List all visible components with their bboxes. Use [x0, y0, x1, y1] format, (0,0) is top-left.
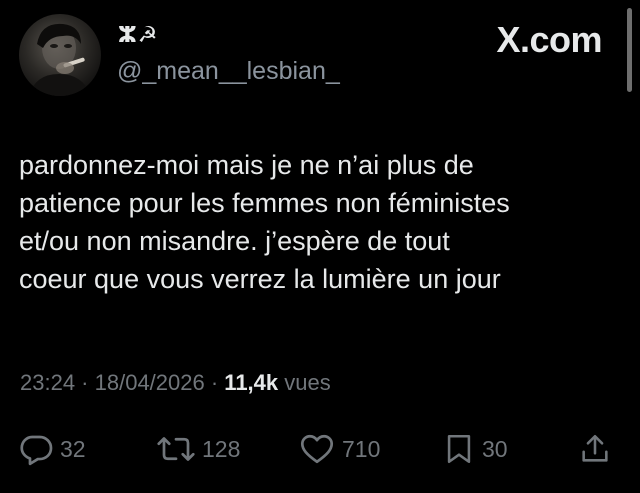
tweet-date[interactable]: 18/04/2026 — [95, 370, 205, 395]
meta-separator: · — [75, 370, 95, 395]
like-count: 710 — [342, 435, 381, 462]
retweet-count: 128 — [202, 435, 241, 462]
tweet-card: ⵣ☭ @_mean__lesbian_ X.com pardonnez-moi … — [0, 0, 640, 493]
views-label: vues — [278, 370, 331, 395]
avatar[interactable] — [19, 14, 101, 96]
views-count[interactable]: 11,4k — [224, 370, 278, 395]
bookmark-icon — [447, 434, 471, 464]
avatar-photo — [29, 23, 91, 96]
like-button[interactable]: 710 — [298, 426, 380, 472]
retweet-icon — [157, 437, 195, 461]
tweet-meta: 23:24 · 18/04/2026 · 11,4k vues — [20, 368, 331, 398]
reply-button[interactable]: 32 — [18, 426, 86, 472]
reply-count: 32 — [60, 435, 86, 462]
x-watermark: X.com — [496, 19, 602, 60]
tweet-text: pardonnez-moi mais je ne n’ai plus de pa… — [19, 150, 510, 294]
action-bar: 32 128 710 30 — [0, 426, 640, 472]
bookmark-count: 30 — [482, 435, 508, 462]
meta-separator: · — [204, 370, 225, 395]
scrollbar[interactable] — [627, 8, 632, 92]
display-name[interactable]: ⵣ☭ — [118, 22, 158, 48]
heart-icon — [300, 434, 334, 464]
retweet-button[interactable]: 128 — [156, 426, 240, 472]
bookmark-button[interactable]: 30 — [442, 426, 508, 472]
share-button[interactable] — [578, 426, 618, 472]
user-handle[interactable]: @_mean__lesbian_ — [117, 56, 340, 86]
share-icon — [582, 434, 608, 462]
tweet-time[interactable]: 23:24 — [20, 370, 75, 395]
reply-icon — [20, 435, 53, 466]
